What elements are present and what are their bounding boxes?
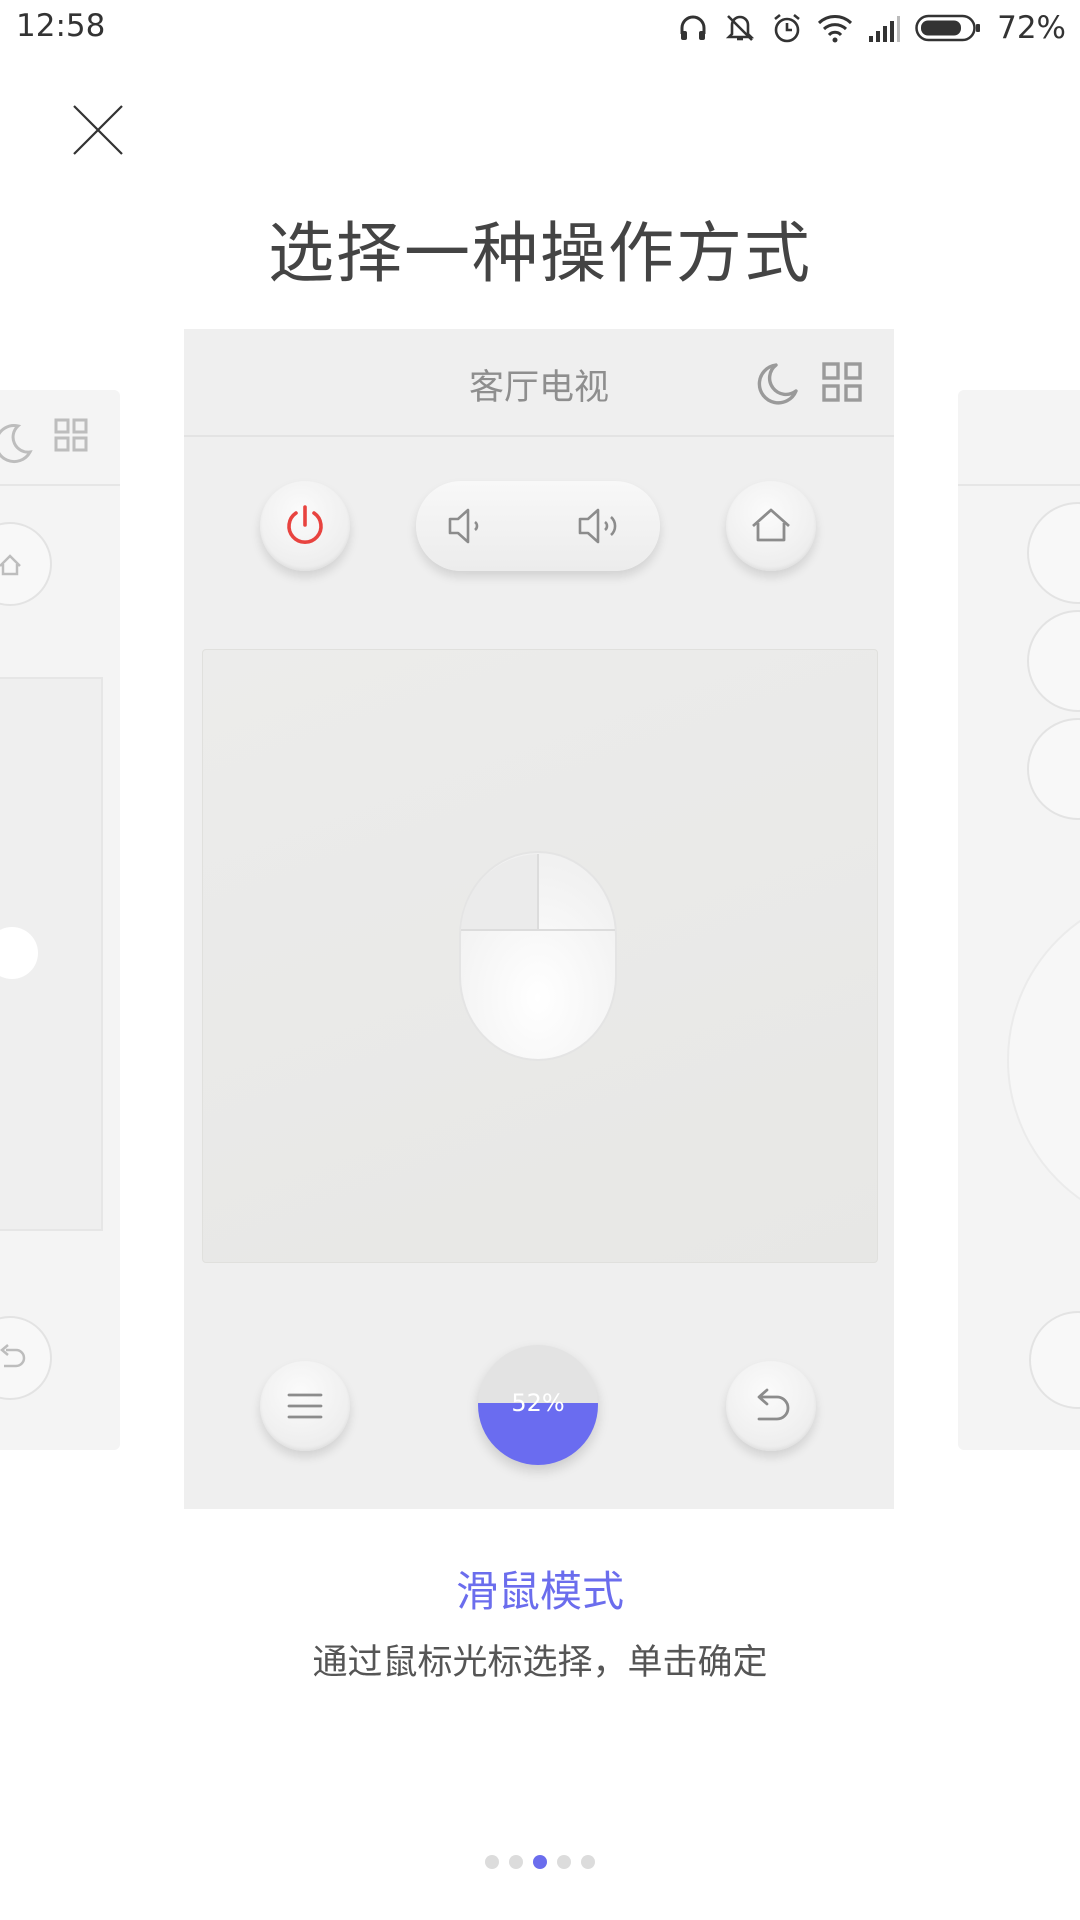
menu-button[interactable] [260,1361,350,1451]
previous-mode-preview [0,418,120,1400]
volume-up-icon[interactable] [576,505,628,547]
next-mode-preview [958,484,1080,1409]
pagination-dot[interactable] [485,1855,499,1869]
card-header: 客厅电视 [184,329,894,437]
back-icon [757,1388,790,1421]
pagination-dot[interactable] [581,1855,595,1869]
page-title: 选择一种操作方式 [268,215,812,292]
progress-text: 52% [511,1389,565,1417]
status-bar: 12:58 72% [0,0,1080,56]
home-button[interactable] [726,481,816,571]
volume-down-icon[interactable] [446,505,490,547]
pagination-dot[interactable] [557,1855,571,1869]
pagination-dot[interactable] [533,1855,547,1869]
mode-description: 通过鼠标光标选择，单击确定 [312,1643,768,1683]
pagination-dot[interactable] [509,1855,523,1869]
previous-mode-card[interactable] [0,390,120,1450]
moon-icon[interactable] [754,361,800,407]
signal-icon [867,14,901,42]
status-icons: 72% [677,8,1066,48]
touchpad-area[interactable] [202,649,878,1263]
headphones-icon [677,12,709,44]
touchpad-progress-indicator: 52% [478,1345,598,1465]
wifi-icon [817,13,853,43]
power-button[interactable] [260,481,350,571]
battery-percent: 72% [997,10,1066,46]
alarm-icon [771,12,803,44]
status-time: 12:58 [16,8,106,44]
power-icon [287,505,323,544]
pagination-dots [0,1855,1080,1869]
vibrate-mute-icon [723,12,757,44]
grid-apps-icon[interactable] [822,362,862,402]
close-button[interactable] [70,102,126,158]
next-mode-card[interactable] [958,390,1080,1450]
menu-icon [287,1393,323,1419]
back-button[interactable] [726,1361,816,1451]
battery-icon [915,14,981,42]
mouse-icon [459,851,617,1061]
volume-control [416,481,660,571]
mouse-mode-card[interactable]: 客厅电视 52% [184,329,894,1509]
home-icon [752,508,790,542]
mode-name: 滑鼠模式 [455,1567,624,1616]
close-icon [73,105,123,155]
